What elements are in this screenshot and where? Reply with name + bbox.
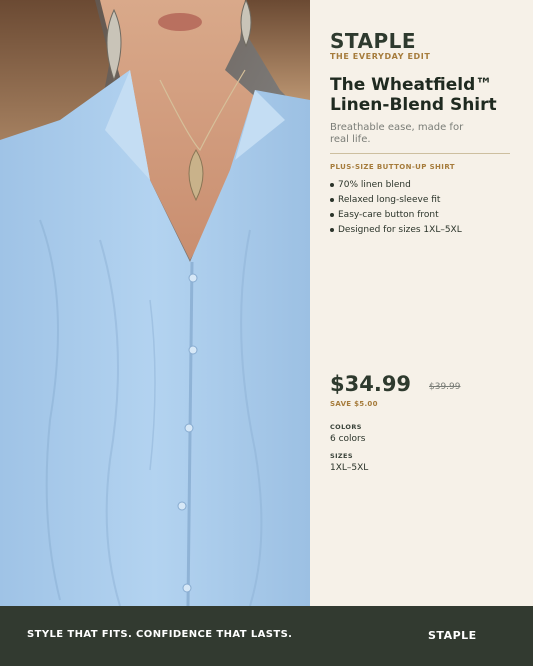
product-category: PLUS-SIZE BUTTON-UP SHIRT [330, 163, 455, 171]
footer-brand: STAPLE [428, 629, 477, 642]
sizes-value: 1XL–5XL [330, 463, 369, 473]
feature-item: Designed for sizes 1XL–5XL [330, 225, 462, 240]
brand-logo-text: STAPLE [330, 29, 417, 53]
bullet-icon [330, 213, 334, 217]
footer-banner: STYLE THAT FITS. CONFIDENCE THAT LASTS. … [0, 606, 533, 666]
divider [330, 153, 510, 154]
product-tagline: Breathable ease, made for real life. [330, 122, 464, 145]
sizes-label: SIZES [330, 452, 353, 460]
product-info-panel: STAPLE THE EVERYDAY EDIT The Wheatfield™… [310, 0, 533, 606]
feature-list: 70% linen blend Relaxed long-sleeve fit … [330, 180, 462, 240]
bullet-icon [330, 198, 334, 202]
feature-text: Designed for sizes 1XL–5XL [338, 225, 462, 235]
original-price: $39.99 [429, 382, 461, 392]
feature-item: Easy-care button front [330, 210, 462, 225]
colors-label: COLORS [330, 423, 362, 431]
bullet-icon [330, 228, 334, 232]
product-photo [0, 0, 310, 606]
feature-item: 70% linen blend [330, 180, 462, 195]
feature-text: Relaxed long-sleeve fit [338, 195, 441, 205]
colors-value: 6 colors [330, 434, 366, 444]
model-wearing-shirt-image [0, 0, 310, 606]
product-title: The Wheatfield™ Linen-Blend Shirt [330, 75, 525, 115]
collection-eyebrow: THE EVERYDAY EDIT [330, 52, 431, 61]
feature-text: Easy-care button front [338, 210, 439, 220]
bullet-icon [330, 183, 334, 187]
feature-item: Relaxed long-sleeve fit [330, 195, 462, 210]
product-title-line-1: The Wheatfield™ [330, 75, 493, 95]
product-title-line-2: Linen-Blend Shirt [330, 95, 497, 115]
savings-label: SAVE $5.00 [330, 400, 378, 408]
feature-text: 70% linen blend [338, 180, 411, 190]
footer-slogan: STYLE THAT FITS. CONFIDENCE THAT LASTS. [27, 629, 293, 640]
current-price: $34.99 [330, 372, 412, 396]
